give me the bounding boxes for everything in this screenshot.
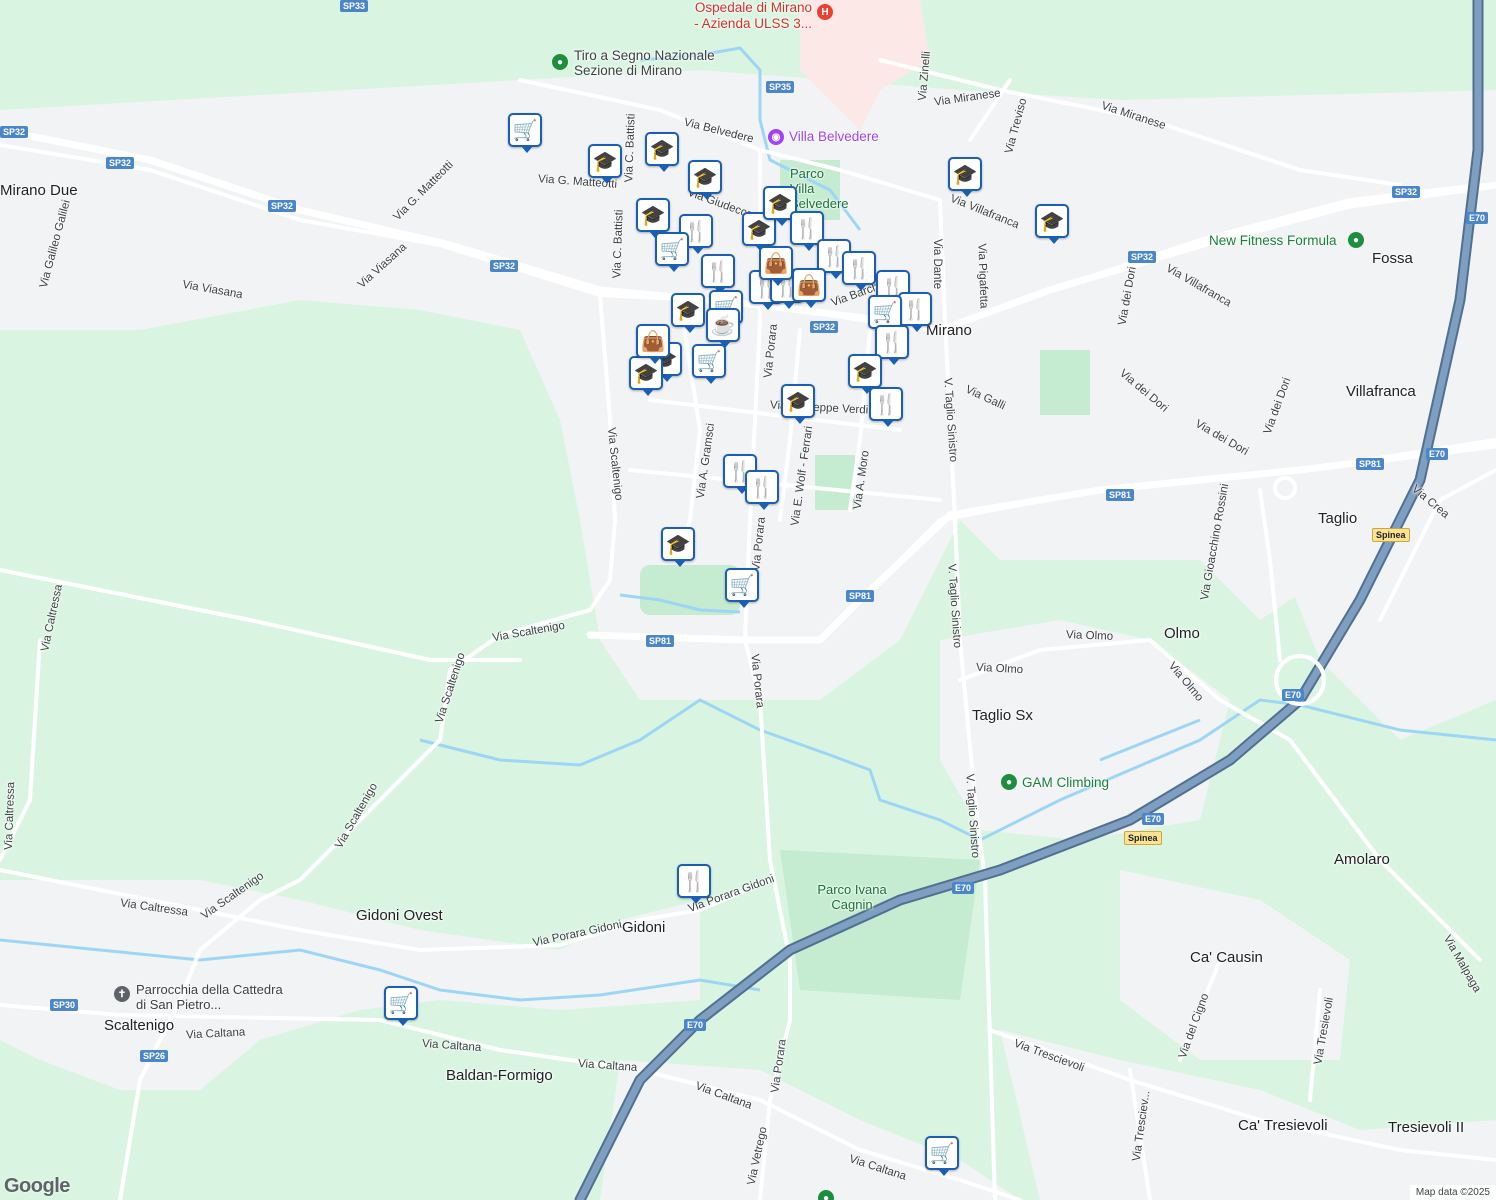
graduation-cap-icon[interactable]: 🎓 <box>661 527 695 567</box>
place-label-baldan-formigo: Baldan-Formigo <box>446 1067 553 1084</box>
cart-icon[interactable]: 🛒 <box>692 344 726 384</box>
poi-label-parrocchia[interactable]: Parrocchia della Cattedra di San Pietro.… <box>136 982 296 1012</box>
place-label-villafranca: Villafranca <box>1346 383 1416 400</box>
route-shield-sp30: SP30 <box>50 999 79 1011</box>
street-label: Via C. Battisti <box>611 209 626 279</box>
cart-icon[interactable]: 🛒 <box>655 232 689 272</box>
google-logo[interactable]: Google <box>4 1175 70 1198</box>
place-label-olmo: Olmo <box>1164 625 1200 642</box>
poi-label-new-fitness[interactable]: New Fitness Formula <box>1209 233 1337 248</box>
graduation-cap-icon[interactable]: 🎓 <box>645 132 679 172</box>
shopping-bag-icon[interactable]: 👜 <box>636 324 670 364</box>
place-label-ca-tresievoli: Ca' Tresievoli <box>1238 1117 1328 1134</box>
graduation-cap-icon[interactable]: 🎓 <box>636 198 670 238</box>
poi-label-parco-villa[interactable]: Parco Villa Belvedere <box>790 166 850 211</box>
route-shield-e70: E70 <box>1426 448 1449 460</box>
route-shield-e70: E70 <box>1142 813 1165 825</box>
route-shield-sp32: SP32 <box>1128 251 1157 263</box>
place-label-ca-causin: Ca' Causin <box>1190 949 1263 966</box>
place-label-tresievoli-ii: Tresievoli II <box>1388 1119 1465 1136</box>
place-label-gidoni-ovest: Gidoni Ovest <box>356 907 443 924</box>
route-shield-sp33: SP33 <box>340 0 369 12</box>
route-shield-spinea: Spinea <box>1372 528 1410 542</box>
poi-label-villa-belvedere[interactable]: Villa Belvedere <box>789 129 879 144</box>
street-label: Via C. Battisti <box>623 113 638 183</box>
shopping-bag-icon[interactable]: 👜 <box>759 246 793 286</box>
fork-knife-icon[interactable]: 🍴 <box>842 251 876 291</box>
cart-icon[interactable]: 🛒 <box>384 986 418 1026</box>
fork-knife-icon[interactable]: 🍴 <box>745 470 779 510</box>
cart-icon[interactable]: 🛒 <box>508 113 542 153</box>
fork-knife-icon[interactable]: 🍴 <box>875 325 909 365</box>
poi-label-ospedale[interactable]: Ospedale di Mirano - Azienda ULSS 3... <box>690 0 812 32</box>
route-shield-sp26: SP26 <box>140 1050 169 1062</box>
cart-icon[interactable]: 🛒 <box>868 295 902 335</box>
cart-icon[interactable]: 🛒 <box>725 568 759 608</box>
fork-knife-icon[interactable]: 🍴 <box>869 387 903 427</box>
route-shield-sp35: SP35 <box>766 81 795 93</box>
street-label: Via Caltressa <box>2 781 18 851</box>
poi-label-gam-climbing[interactable]: GAM Climbing <box>1022 775 1109 790</box>
graduation-cap-icon[interactable]: 🎓 <box>848 354 882 394</box>
route-shield-sp32: SP32 <box>106 157 135 169</box>
graduation-cap-icon[interactable]: 🎓 <box>588 144 622 184</box>
coffee-icon[interactable]: ☕ <box>706 308 740 348</box>
graduation-cap-icon[interactable]: 🎓 <box>781 384 815 424</box>
cart-icon[interactable]: 🛒 <box>925 1136 959 1176</box>
graduation-cap-icon[interactable]: 🎓 <box>948 157 982 197</box>
route-shield-sp81: SP81 <box>646 635 675 647</box>
place-label-mirano-due: Mirano Due <box>0 182 78 199</box>
place-label-fossa: Fossa <box>1372 250 1413 267</box>
street-label: Via Olmo <box>975 661 1024 677</box>
street-label: Via Pigafetta <box>975 243 990 309</box>
route-shield-e70: E70 <box>952 882 975 894</box>
climbing-icon[interactable]: ● <box>1001 774 1017 790</box>
poi-label-tiro[interactable]: Tiro a Segno Nazionale Sezione di Mirano <box>574 48 734 78</box>
hospital-icon[interactable]: H <box>817 4 833 20</box>
sports-center-icon[interactable]: ● <box>818 1190 834 1200</box>
place-label-taglio: Taglio <box>1318 510 1358 527</box>
map-canvas[interactable]: SP33 SP32 SP32 SP32 SP32 SP32 SP32 SP32 … <box>0 0 1496 1200</box>
route-shield-sp81: SP81 <box>1106 489 1135 501</box>
route-shield-sp81: SP81 <box>1356 458 1385 470</box>
route-shield-e70: E70 <box>1466 212 1489 224</box>
route-shield-sp32: SP32 <box>810 321 839 333</box>
route-shield-sp32: SP32 <box>0 126 29 138</box>
route-shield-sp32: SP32 <box>268 200 297 212</box>
street-label: Via Olmo <box>1065 629 1114 643</box>
gym-icon[interactable]: ● <box>1348 232 1364 248</box>
route-shield-e70: E70 <box>684 1019 707 1031</box>
route-shield-sp32: SP32 <box>1392 186 1421 198</box>
graduation-cap-icon[interactable]: 🎓 <box>1035 204 1069 244</box>
place-label-amolaro: Amolaro <box>1334 851 1390 868</box>
fork-knife-icon[interactable]: 🍴 <box>701 254 735 294</box>
graduation-cap-icon[interactable]: 🎓 <box>671 293 705 333</box>
map-attribution[interactable]: Map data ©2025 <box>1409 1185 1496 1200</box>
graduation-cap-icon[interactable]: 🎓 <box>688 160 722 200</box>
place-label-mirano: Mirano <box>926 322 972 339</box>
fork-knife-icon[interactable]: 🍴 <box>677 864 711 904</box>
poi-label-parco-ivana[interactable]: Parco Ivana Cagnin <box>812 882 892 912</box>
route-shield-spinea: Spinea <box>1124 831 1162 845</box>
shooting-range-icon[interactable]: ● <box>552 54 568 70</box>
place-label-taglio-sx: Taglio Sx <box>972 707 1033 724</box>
route-shield-e70: E70 <box>1282 689 1305 701</box>
place-label-scaltenigo: Scaltenigo <box>104 1017 175 1034</box>
fork-knife-icon[interactable]: 🍴 <box>898 292 932 332</box>
street-label: Via Dante <box>931 238 944 290</box>
museum-icon[interactable]: ◉ <box>768 129 784 145</box>
church-icon[interactable]: ✝ <box>114 986 130 1002</box>
shopping-bag-icon[interactable]: 👜 <box>792 268 826 308</box>
route-shield-sp32: SP32 <box>490 260 519 272</box>
route-shield-sp81: SP81 <box>846 590 875 602</box>
place-label-gidoni: Gidoni <box>622 919 666 936</box>
